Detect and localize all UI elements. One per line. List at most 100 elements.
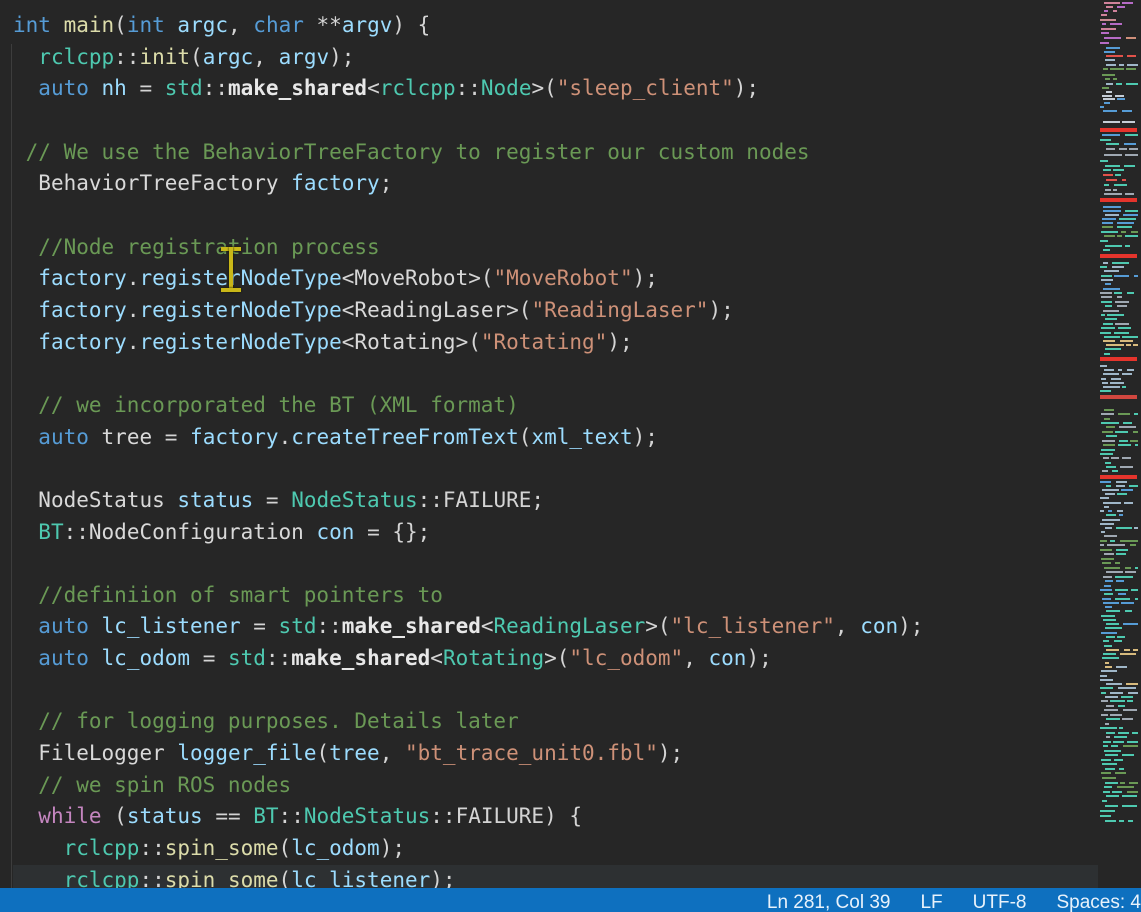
code-token: registerNodeType bbox=[139, 298, 341, 322]
code-token: "ReadingLaser" bbox=[531, 298, 708, 322]
minimap-line bbox=[1098, 571, 1141, 573]
code-token: logger_file bbox=[177, 741, 316, 765]
minimap-line bbox=[1098, 705, 1141, 707]
encoding-indicator[interactable]: UTF-8 bbox=[973, 892, 1027, 912]
status-bar: Ln 281, Col 39 LF UTF-8 Spaces: 4 bbox=[0, 888, 1141, 912]
minimap-line bbox=[1098, 640, 1141, 642]
code-line[interactable]: // for logging purposes. Details later bbox=[13, 706, 1098, 738]
code-line[interactable] bbox=[13, 675, 1098, 707]
minimap-line bbox=[1098, 139, 1141, 141]
minimap-line bbox=[1098, 718, 1141, 720]
code-token: tree bbox=[102, 425, 153, 449]
code-token: = bbox=[152, 425, 190, 449]
minimap-line bbox=[1098, 549, 1141, 551]
minimap-line bbox=[1098, 148, 1141, 150]
code-token: make_shared bbox=[228, 76, 367, 100]
code-line[interactable]: factory.registerNodeType<MoveRobot>("Mov… bbox=[13, 263, 1098, 295]
minimap-line bbox=[1098, 567, 1141, 569]
minimap-line bbox=[1098, 657, 1141, 659]
code-token: ); bbox=[658, 741, 683, 765]
code-token: rclcpp bbox=[64, 836, 140, 860]
code-line[interactable]: auto nh = std::make_shared<rclcpp::Node>… bbox=[13, 73, 1098, 105]
code-token: factory bbox=[291, 171, 380, 195]
code-token: argv bbox=[279, 45, 330, 69]
code-token: // we incorporated the BT (XML format) bbox=[13, 393, 519, 417]
code-line[interactable]: NodeStatus status = NodeStatus::FAILURE; bbox=[13, 485, 1098, 517]
minimap-line bbox=[1098, 615, 1141, 617]
code-line[interactable]: // we incorporated the BT (XML format) bbox=[13, 390, 1098, 422]
minimap-line bbox=[1098, 768, 1141, 770]
minimap-line bbox=[1098, 497, 1141, 499]
code-line[interactable]: //definiion of smart pointers to bbox=[13, 580, 1098, 612]
ibeam-stem bbox=[229, 247, 233, 292]
minimap-line bbox=[1098, 55, 1141, 57]
code-line[interactable] bbox=[13, 358, 1098, 390]
minimap-line bbox=[1098, 249, 1141, 251]
minimap-line bbox=[1098, 585, 1141, 587]
code-token bbox=[13, 45, 38, 69]
code-line[interactable]: // We use the BehaviorTreeFactory to reg… bbox=[13, 137, 1098, 169]
minimap-line bbox=[1098, 340, 1141, 342]
code-token: spin_some bbox=[165, 836, 279, 860]
code-line[interactable]: // we spin ROS nodes bbox=[13, 770, 1098, 802]
code-line[interactable]: BehaviorTreeFactory factory; bbox=[13, 168, 1098, 200]
minimap-line bbox=[1098, 553, 1141, 555]
minimap-line bbox=[1098, 305, 1141, 307]
code-line[interactable] bbox=[13, 548, 1098, 580]
code-line[interactable]: rclcpp::init(argc, argv); bbox=[13, 42, 1098, 74]
code-token: ReadingLaser bbox=[494, 614, 646, 638]
minimap-line bbox=[1098, 78, 1141, 80]
eol-indicator[interactable]: LF bbox=[920, 892, 942, 912]
minimap-line bbox=[1098, 535, 1141, 537]
minimap-line bbox=[1098, 283, 1141, 285]
code-line[interactable]: BT::NodeConfiguration con = {}; bbox=[13, 517, 1098, 549]
minimap-line bbox=[1098, 106, 1141, 108]
code-editor[interactable]: int main(int argc, char **argv) { rclcpp… bbox=[0, 0, 1098, 888]
minimap-line bbox=[1098, 763, 1141, 765]
code-line[interactable]: auto lc_listener = std::make_shared<Read… bbox=[13, 611, 1098, 643]
code-line[interactable] bbox=[13, 200, 1098, 232]
code-token: MoveRobot bbox=[354, 266, 468, 290]
minimap-line bbox=[1098, 759, 1141, 761]
code-line[interactable]: rclcpp::spin_some(lc_odom); bbox=[13, 833, 1098, 865]
cursor-position-indicator[interactable]: Ln 281, Col 39 bbox=[767, 892, 891, 912]
vscode-window: { "editor": { "language": "cpp", "backgr… bbox=[0, 0, 1141, 912]
minimap-line bbox=[1098, 562, 1141, 564]
minimap-line bbox=[1098, 426, 1141, 428]
minimap-line bbox=[1098, 815, 1141, 817]
code-token: , bbox=[228, 13, 253, 37]
code-token: ( bbox=[519, 425, 532, 449]
code-token: :: bbox=[139, 836, 164, 860]
minimap-line bbox=[1098, 318, 1141, 320]
code-line[interactable] bbox=[13, 453, 1098, 485]
minimap-line bbox=[1098, 791, 1141, 793]
code-line[interactable]: while (status == BT::NodeStatus::FAILURE… bbox=[13, 801, 1098, 833]
code-token bbox=[89, 76, 102, 100]
code-line[interactable] bbox=[13, 105, 1098, 137]
minimap-line bbox=[1098, 365, 1141, 367]
minimap-line bbox=[1098, 580, 1141, 582]
code-token: BT bbox=[38, 520, 63, 544]
code-token: , bbox=[683, 646, 708, 670]
code-line[interactable]: factory.registerNodeType<ReadingLaser>("… bbox=[13, 295, 1098, 327]
code-line[interactable]: //Node registration process bbox=[13, 232, 1098, 264]
minimap[interactable] bbox=[1098, 0, 1141, 888]
minimap-line bbox=[1098, 235, 1141, 237]
code-token: . bbox=[127, 330, 140, 354]
minimap-line bbox=[1098, 470, 1141, 472]
code-line[interactable]: auto lc_odom = std::make_shared<Rotating… bbox=[13, 643, 1098, 675]
code-line[interactable]: int main(int argc, char **argv) { bbox=[13, 10, 1098, 42]
indentation-indicator[interactable]: Spaces: 4 bbox=[1057, 892, 1141, 912]
minimap-line bbox=[1098, 489, 1141, 491]
code-line[interactable]: factory.registerNodeType<Rotating>("Rota… bbox=[13, 327, 1098, 359]
code-token: < bbox=[367, 76, 380, 100]
minimap-line bbox=[1098, 214, 1141, 216]
minimap-line bbox=[1098, 28, 1141, 30]
code-token bbox=[13, 804, 38, 828]
code-token: NodeStatus bbox=[291, 488, 417, 512]
minimap-line bbox=[1098, 466, 1141, 468]
minimap-highlight-bar bbox=[1100, 357, 1137, 361]
code-line[interactable]: rclcpp::spin_some(lc_listener); bbox=[13, 865, 1098, 888]
code-line[interactable]: auto tree = factory.createTreeFromText(x… bbox=[13, 422, 1098, 454]
code-line[interactable]: FileLogger logger_file(tree, "bt_trace_u… bbox=[13, 738, 1098, 770]
